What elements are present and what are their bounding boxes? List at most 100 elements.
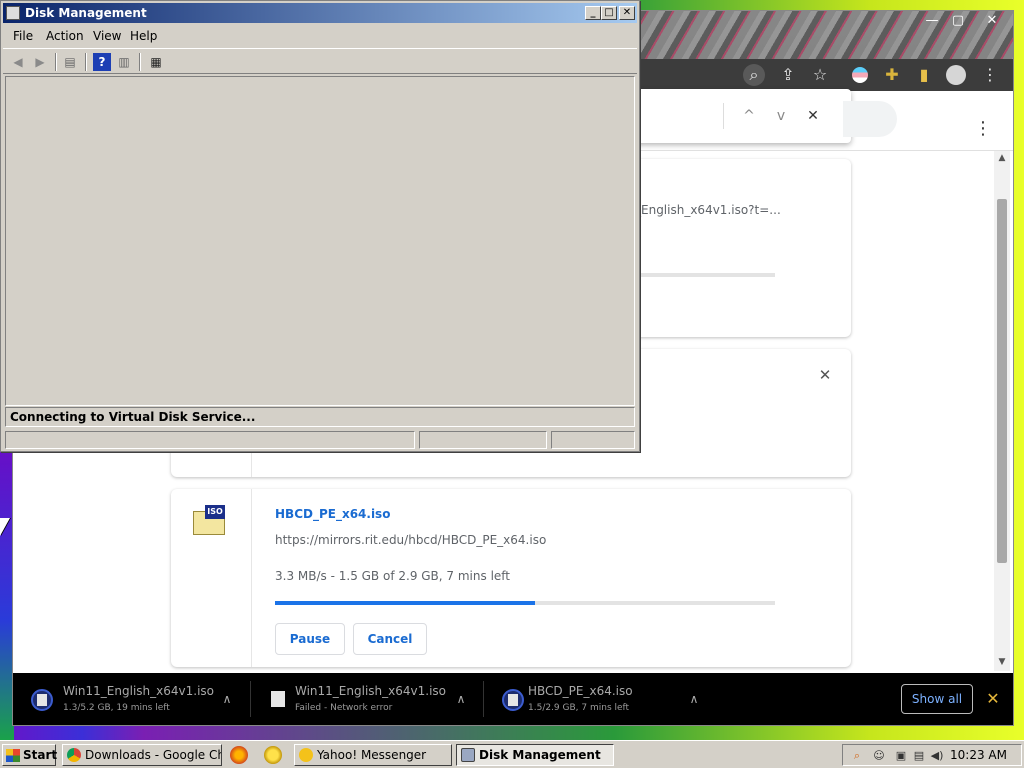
remove-download-icon[interactable]: ✕: [815, 365, 835, 385]
windows-flag-icon: [6, 749, 20, 762]
share-icon[interactable]: ⇪: [777, 64, 799, 86]
maximize-button[interactable]: □: [601, 6, 617, 20]
volume-icon[interactable]: ◀): [929, 748, 945, 764]
taskbar-button-label: Downloads - Google Chr...: [85, 748, 221, 762]
download-filename-link[interactable]: HBCD_PE_x64.iso: [275, 507, 390, 521]
forward-arrow-icon[interactable]: ▶: [31, 53, 49, 71]
connection-status-text: Connecting to Virtual Disk Service...: [10, 410, 256, 424]
show-hide-action-pane-icon[interactable]: ▥: [115, 53, 133, 71]
disk-management-window: Disk Management _ □ ✕ File Action View H…: [0, 0, 640, 452]
find-next-button[interactable]: v: [769, 104, 793, 128]
cancel-button[interactable]: Cancel: [353, 623, 427, 655]
chevron-up-icon[interactable]: ∧: [686, 689, 702, 709]
yahoo-messenger-icon: [299, 748, 313, 762]
download-status: 3.3 MB/s - 1.5 GB of 2.9 GB, 7 mins left: [275, 569, 511, 583]
shelf-item[interactable]: HBCD_PE_x64.iso 1.5/2.9 GB, 7 mins left …: [484, 673, 716, 725]
display-icon[interactable]: ▤: [911, 748, 927, 764]
close-button[interactable]: ✕: [619, 6, 635, 20]
shelf-item-detail: 1.5/2.9 GB, 7 mins left: [528, 703, 630, 713]
shelf-item[interactable]: Win11_English_x64v1.iso 1.3/5.2 GB, 19 m…: [13, 673, 249, 725]
shelf-item[interactable]: Win11_English_x64v1.iso Failed - Network…: [251, 673, 483, 725]
disk-management-titlebar[interactable]: Disk Management _ □ ✕: [3, 3, 637, 23]
start-label: Start: [23, 748, 58, 762]
page-scrollbar[interactable]: ▲ ▼: [994, 151, 1010, 671]
mouse-cursor: [0, 518, 10, 536]
menu-bar: File Action View Help: [3, 25, 637, 47]
close-shelf-icon[interactable]: ✕: [983, 687, 1003, 711]
taskbar-button-yahoo-messenger[interactable]: Yahoo! Messenger: [294, 744, 452, 766]
menu-file[interactable]: File: [13, 29, 33, 43]
side-panel-icon[interactable]: ▮: [913, 64, 935, 86]
extension-flag-icon[interactable]: [849, 64, 871, 86]
download-progress-bar: [275, 601, 775, 605]
messenger-quicklaunch-icon[interactable]: [264, 746, 282, 764]
find-bar-divider: [723, 103, 724, 129]
toolbar-separator: [139, 53, 141, 71]
minimize-button[interactable]: _: [585, 6, 601, 20]
status-pane: [419, 431, 547, 449]
download-shelf: Win11_English_x64v1.iso 1.3/5.2 GB, 19 m…: [13, 673, 1013, 725]
status-pane: [5, 431, 415, 449]
show-all-button[interactable]: Show all: [901, 684, 973, 714]
iso-file-icon: [502, 689, 524, 711]
iso-file-icon: [31, 689, 53, 711]
menu-help[interactable]: Help: [130, 29, 157, 43]
shelf-item-detail: Failed - Network error: [295, 703, 393, 713]
download-url[interactable]: https://mirrors.rit.edu/hbcd/HBCD_PE_x64…: [275, 533, 546, 547]
search-icon[interactable]: ⌕: [849, 748, 865, 764]
window-title: Disk Management: [25, 6, 147, 20]
menu-action[interactable]: Action: [46, 29, 84, 43]
disk-management-icon: [6, 6, 20, 20]
downloads-more-actions-icon[interactable]: ⋮: [973, 117, 993, 141]
shelf-item-name: Win11_English_x64v1.iso: [63, 684, 214, 698]
shelf-item-detail: 1.3/5.2 GB, 19 mins left: [63, 703, 170, 713]
scrollbar-thumb[interactable]: [997, 199, 1007, 563]
clock[interactable]: 10:23 AM: [950, 748, 1007, 762]
iso-file-icon: ISO: [193, 505, 227, 535]
file-icon: [269, 689, 291, 711]
card-divider: [251, 489, 252, 667]
status-bar: [5, 431, 635, 449]
close-icon[interactable]: ✕: [977, 13, 1007, 29]
chrome-icon: [67, 748, 81, 762]
network-icon[interactable]: ▣: [893, 748, 909, 764]
downloads-search-field[interactable]: [843, 101, 897, 137]
show-hide-console-tree-icon[interactable]: ▤: [61, 53, 79, 71]
maximize-icon[interactable]: ▢: [943, 13, 973, 29]
properties-icon[interactable]: ▦: [147, 53, 165, 71]
chevron-up-icon[interactable]: ∧: [219, 689, 235, 709]
extensions-puzzle-icon[interactable]: ✚: [881, 64, 903, 86]
scroll-down-icon[interactable]: ▼: [994, 657, 1010, 667]
find-close-button[interactable]: ✕: [801, 104, 825, 128]
bookmark-star-icon[interactable]: ☆: [809, 64, 831, 86]
disk-management-icon: [461, 748, 475, 762]
download-url[interactable]: _English_x64v1.iso?t=...: [635, 203, 845, 217]
firefox-quicklaunch-icon[interactable]: [230, 746, 248, 764]
download-progress-fill: [275, 601, 535, 605]
taskbar-button-chrome[interactable]: Downloads - Google Chr...: [62, 744, 222, 766]
profile-avatar-icon[interactable]: [945, 64, 967, 86]
connection-status-bar: Connecting to Virtual Disk Service...: [5, 407, 635, 427]
toolbar-separator: [55, 53, 57, 71]
find-in-page-icon[interactable]: ⌕: [743, 64, 765, 86]
download-card: ISO HBCD_PE_x64.iso https://mirrors.rit.…: [171, 489, 851, 667]
taskbar-button-disk-management[interactable]: Disk Management: [456, 744, 614, 766]
chevron-up-icon[interactable]: ∧: [453, 689, 469, 709]
find-previous-button[interactable]: ^: [737, 104, 761, 128]
status-pane: [551, 431, 635, 449]
taskbar-button-label: Yahoo! Messenger: [317, 748, 427, 762]
back-arrow-icon[interactable]: ◀: [9, 53, 27, 71]
taskbar-button-label: Disk Management: [479, 748, 601, 762]
shelf-item-name: HBCD_PE_x64.iso: [528, 684, 633, 698]
start-button[interactable]: Start: [2, 744, 58, 766]
taskbar: Start Downloads - Google Chr... Yahoo! M…: [0, 740, 1024, 768]
messenger-tray-icon[interactable]: ☺: [871, 748, 887, 764]
chrome-menu-icon[interactable]: ⋮: [979, 64, 1001, 86]
toolbar: ◀ ▶ ▤ ? ▥ ▦: [3, 48, 637, 74]
menu-view[interactable]: View: [93, 29, 121, 43]
find-bar: ^ v ✕: [613, 89, 851, 143]
disk-management-content-area: [5, 76, 635, 406]
scroll-up-icon[interactable]: ▲: [994, 153, 1010, 163]
pause-button[interactable]: Pause: [275, 623, 345, 655]
help-icon[interactable]: ?: [93, 53, 111, 71]
